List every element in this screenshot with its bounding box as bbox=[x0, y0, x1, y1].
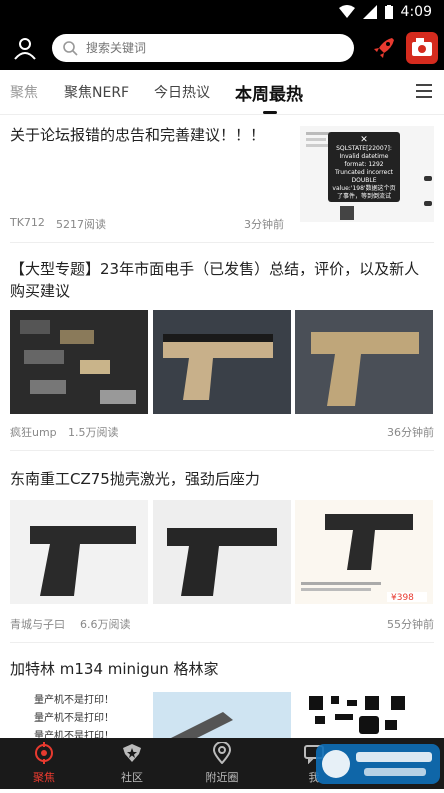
post-item[interactable]: 【大型专题】23年市面电手（已发售）总结，评价，以及新人购买建议 疯狂ump 1… bbox=[0, 244, 444, 444]
post-item[interactable]: 东南重工CZ75抛壳激光，强劲后座力 ¥398 青城与子曰 6.6万阅读 55分… bbox=[0, 454, 444, 644]
post-image[interactable]: 量产机不是打印！ 量产机不是打印！ 量产机不是打印！ bbox=[10, 692, 149, 738]
search-input[interactable] bbox=[84, 40, 338, 56]
menu-icon[interactable] bbox=[416, 84, 432, 98]
status-time: 4:09 bbox=[400, 4, 432, 20]
status-bar: 4:09 bbox=[0, 0, 444, 26]
post-image[interactable] bbox=[152, 310, 292, 414]
battery-icon bbox=[384, 5, 393, 19]
tab-focus[interactable]: 聚焦 bbox=[10, 82, 38, 102]
nav-nearby[interactable]: 附近圈 bbox=[192, 741, 252, 785]
post-reads: 5217阅读 bbox=[56, 218, 106, 231]
divider bbox=[10, 642, 434, 643]
nav-label: 附近圈 bbox=[205, 771, 239, 784]
signal-icon bbox=[362, 5, 377, 19]
error-text: SQLSTATE[22007]: Invalid datetime format… bbox=[332, 145, 396, 200]
user-icon[interactable] bbox=[12, 35, 38, 61]
post-image[interactable] bbox=[295, 310, 434, 414]
nav-label: 聚焦 bbox=[33, 771, 55, 784]
post-image[interactable] bbox=[10, 310, 149, 414]
badge-icon bbox=[123, 744, 141, 762]
post-time: 55分钟前 bbox=[387, 618, 434, 631]
post-author[interactable]: 青城与子曰 bbox=[10, 616, 65, 632]
divider bbox=[10, 242, 434, 243]
post-time: 3分钟前 bbox=[244, 218, 284, 231]
search-bar[interactable] bbox=[52, 34, 354, 62]
divider bbox=[10, 450, 434, 451]
post-image[interactable]: ¥398 bbox=[295, 500, 434, 604]
qr-code-image bbox=[295, 692, 434, 738]
close-icon[interactable]: ✕ bbox=[332, 136, 396, 145]
post-image[interactable] bbox=[10, 500, 149, 604]
location-pin-icon bbox=[212, 741, 232, 765]
post-feed[interactable]: 关于论坛报错的忠告和完善建议！！！ ✕ SQLSTATE[22007]: Inv… bbox=[0, 114, 444, 738]
search-icon bbox=[63, 41, 78, 56]
post-image[interactable] bbox=[152, 500, 292, 604]
post-item[interactable]: 加特林 m134 minigun 格林家 量产机不是打印！ 量产机不是打印！ 量… bbox=[0, 644, 444, 738]
camera-icon bbox=[412, 38, 432, 56]
post-author[interactable]: TK712 bbox=[10, 216, 45, 229]
tab-week-hot[interactable]: 本周最热 bbox=[235, 80, 303, 105]
wifi-icon bbox=[338, 5, 355, 18]
tab-today-hot[interactable]: 今日热议 bbox=[154, 82, 210, 102]
price-label: ¥398 bbox=[391, 593, 414, 603]
nav-community[interactable]: 社区 bbox=[102, 742, 162, 785]
target-icon bbox=[35, 742, 53, 764]
post-images: ¥398 bbox=[10, 500, 434, 604]
post-reads: 6.6万阅读 bbox=[80, 618, 131, 631]
media-button[interactable] bbox=[406, 32, 438, 64]
img-caption-3: 量产机不是打印！ bbox=[34, 731, 114, 738]
post-time: 36分钟前 bbox=[387, 426, 434, 439]
tan-pistol-image bbox=[152, 310, 291, 414]
cz75-image bbox=[10, 500, 148, 604]
post-reads: 1.5万阅读 bbox=[68, 426, 119, 439]
tab-focus-nerf[interactable]: 聚焦NERF bbox=[64, 82, 129, 102]
nav-focus[interactable]: 聚焦 bbox=[14, 742, 74, 785]
img-caption-1: 量产机不是打印！ bbox=[34, 695, 114, 706]
post-item[interactable]: 关于论坛报错的忠告和完善建议！！！ ✕ SQLSTATE[22007]: Inv… bbox=[0, 114, 444, 242]
post-images: 量产机不是打印！ 量产机不是打印！ 量产机不是打印！ bbox=[10, 692, 434, 738]
post-title[interactable]: 加特林 m134 minigun 格林家 bbox=[0, 658, 444, 680]
cz75-product-image: ¥398 bbox=[295, 500, 434, 604]
category-tabs: 聚焦 聚焦NERF 今日热议 本周最热 bbox=[0, 70, 444, 115]
cz75-side-image bbox=[152, 500, 291, 604]
post-author[interactable]: 疯狂ump bbox=[10, 424, 57, 440]
post-title[interactable]: 关于论坛报错的忠告和完善建议！！！ bbox=[0, 124, 300, 146]
top-bar bbox=[0, 26, 444, 70]
img-caption-2: 量产机不是打印！ bbox=[34, 713, 114, 724]
watermark-graphic bbox=[316, 744, 440, 784]
post-title[interactable]: 【大型专题】23年市面电手（已发售）总结，评价，以及新人购买建议 bbox=[0, 258, 444, 302]
error-tooltip: ✕ SQLSTATE[22007]: Invalid datetime form… bbox=[328, 132, 400, 202]
post-images bbox=[10, 310, 434, 414]
post-image[interactable] bbox=[152, 692, 292, 738]
post-image[interactable] bbox=[295, 692, 434, 738]
watermark-logo bbox=[306, 738, 444, 789]
rocket-icon[interactable] bbox=[370, 34, 398, 62]
pistol-pegboard-image bbox=[295, 310, 434, 414]
gun-wall-image bbox=[10, 310, 148, 414]
nav-label: 社区 bbox=[121, 771, 143, 784]
minigun-image bbox=[152, 692, 291, 738]
post-title[interactable]: 东南重工CZ75抛壳激光，强劲后座力 bbox=[0, 468, 444, 490]
